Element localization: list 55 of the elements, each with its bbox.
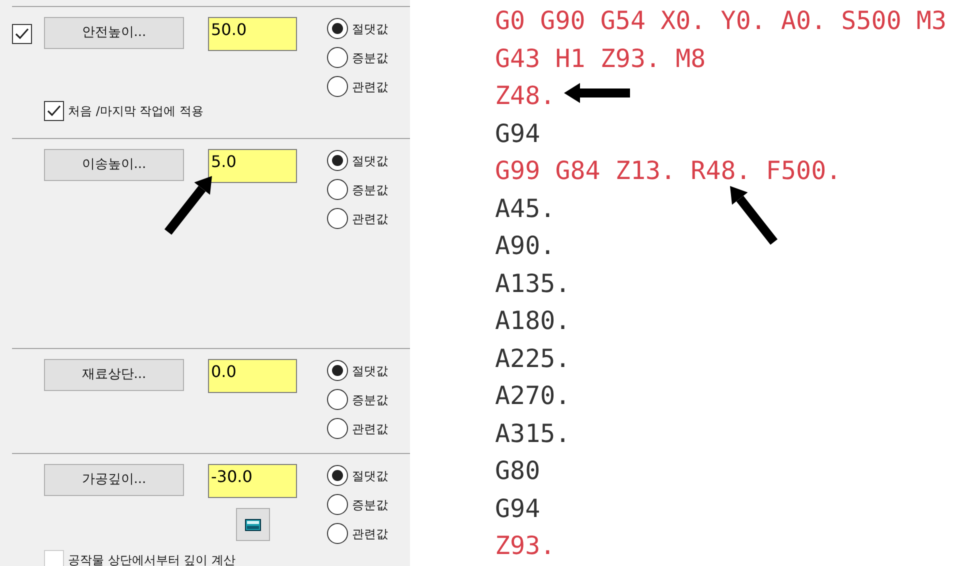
parameter-button[interactable]: 가공깊이... bbox=[44, 464, 184, 496]
value-field[interactable]: 5.0 bbox=[208, 149, 297, 183]
radio-label: 증분값 bbox=[352, 392, 388, 408]
code-line: A270. bbox=[495, 380, 570, 412]
parameter-button[interactable]: 재료상단... bbox=[44, 359, 184, 391]
value-field[interactable]: 0.0 bbox=[208, 359, 297, 393]
code-line: A315. bbox=[495, 418, 570, 450]
radio-button[interactable] bbox=[327, 150, 348, 171]
code-line: Z48. bbox=[495, 80, 556, 112]
value-field[interactable]: -30.0 bbox=[208, 464, 297, 498]
code-line: G99 G84 Z13. R48. F500. bbox=[495, 155, 842, 187]
code-line: A45. bbox=[495, 192, 556, 224]
code-line: A90. bbox=[495, 230, 556, 262]
code-line: G80 bbox=[495, 455, 540, 487]
radio-button[interactable] bbox=[327, 18, 348, 39]
checkmark-icon bbox=[47, 105, 61, 117]
radio-button[interactable] bbox=[327, 494, 348, 515]
code-line: Z93. bbox=[495, 530, 556, 562]
radio-button[interactable] bbox=[327, 465, 348, 486]
calculator-icon bbox=[245, 518, 261, 530]
radio-button[interactable] bbox=[327, 208, 348, 229]
parameter-button[interactable]: 안전높이... bbox=[44, 17, 184, 49]
radio-label: 절댓값 bbox=[352, 362, 388, 380]
radio-label: 증분값 bbox=[352, 182, 388, 198]
code-line: G43 H1 Z93. M8 bbox=[495, 42, 706, 74]
radio-button[interactable] bbox=[327, 360, 348, 381]
radio-button[interactable] bbox=[327, 76, 348, 97]
radio-button[interactable] bbox=[327, 47, 348, 68]
value-field[interactable]: 50.0 bbox=[208, 17, 297, 51]
radio-label: 절댓값 bbox=[352, 468, 388, 484]
code-line: G94 bbox=[495, 118, 540, 150]
code-line: A135. bbox=[495, 268, 570, 300]
checkbox-label: 공작물 상단에서부터 깊이 계산 bbox=[68, 552, 236, 566]
radio-label: 관련값 bbox=[352, 526, 388, 542]
radio-button[interactable] bbox=[327, 389, 348, 410]
checkbox[interactable] bbox=[12, 24, 32, 44]
checkbox[interactable] bbox=[44, 101, 64, 121]
radio-label: 관련값 bbox=[352, 78, 388, 96]
checkmark-icon bbox=[15, 28, 29, 40]
code-line: A180. bbox=[495, 305, 570, 337]
radio-label: 관련값 bbox=[352, 420, 388, 438]
radio-label: 증분값 bbox=[352, 496, 388, 514]
radio-label: 관련값 bbox=[352, 210, 388, 228]
code-line: G94 bbox=[495, 492, 540, 524]
parameter-button[interactable]: 이송높이... bbox=[44, 149, 184, 181]
radio-button[interactable] bbox=[327, 418, 348, 439]
radio-button[interactable] bbox=[327, 523, 348, 544]
code-line: G0 G90 G54 X0. Y0. A0. S500 M3 bbox=[495, 5, 947, 37]
calculator-button[interactable] bbox=[236, 508, 270, 541]
radio-label: 절댓값 bbox=[352, 20, 388, 38]
checkbox-label: 처음 /마지막 작업에 적용 bbox=[68, 103, 204, 120]
radio-label: 증분값 bbox=[352, 50, 388, 66]
radio-label: 절댓값 bbox=[352, 152, 388, 170]
code-line: A225. bbox=[495, 342, 570, 374]
radio-button[interactable] bbox=[327, 179, 348, 200]
